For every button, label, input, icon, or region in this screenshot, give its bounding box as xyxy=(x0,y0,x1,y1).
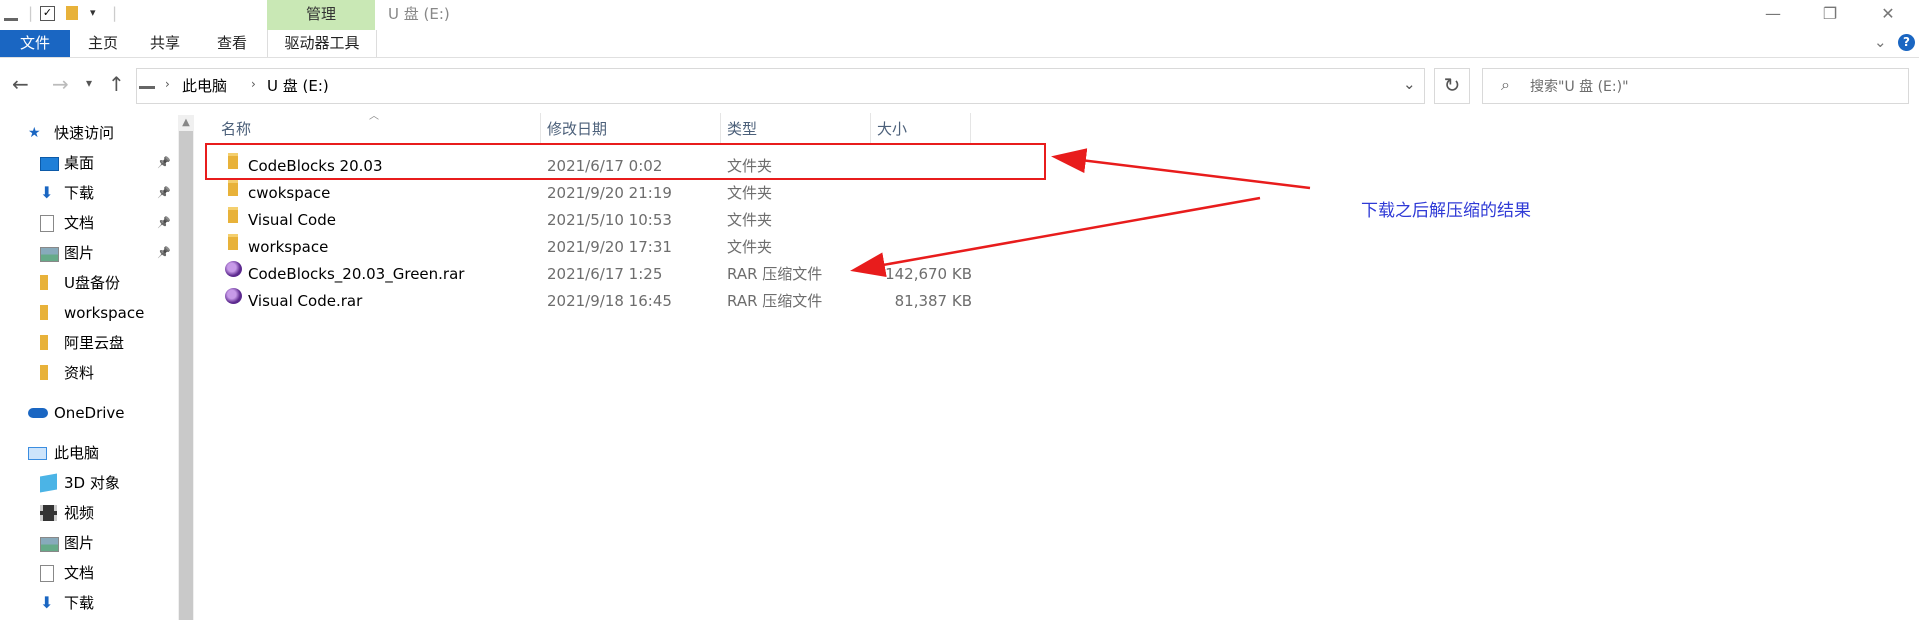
annotation-arrow-to-rar xyxy=(850,196,1261,278)
annotation-arrows xyxy=(850,148,1311,278)
annotation-text: 下载之后解压缩的结果 xyxy=(1361,201,1531,221)
annotation-arrow-to-folder xyxy=(1051,148,1311,190)
